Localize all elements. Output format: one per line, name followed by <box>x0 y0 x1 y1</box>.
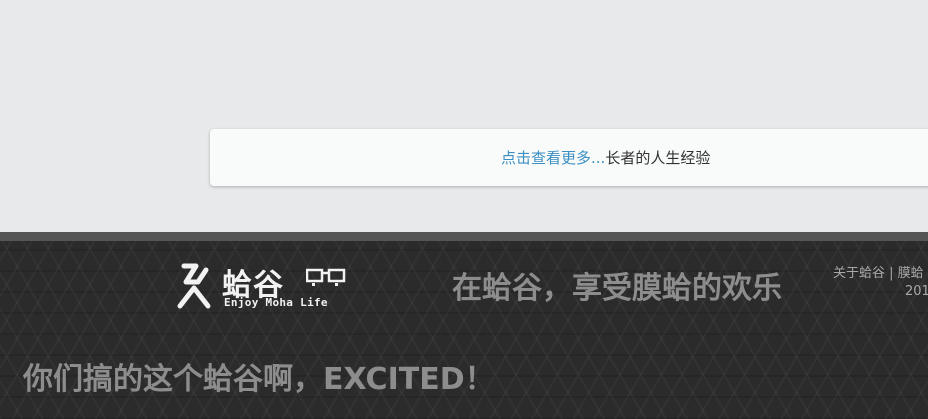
logo-subtitle: Enjoy Moha Life <box>224 296 328 309</box>
footer-year: 201 <box>905 284 928 299</box>
footer-links: 关于蛤谷 | 膜蛤 <box>833 262 924 281</box>
load-more-link[interactable]: 点击查看更多... <box>501 149 605 167</box>
footer-top-bar <box>0 232 928 241</box>
footer-slogan: 在蛤谷，享受膜蛤的欢乐 <box>452 271 782 306</box>
load-more-suffix: 长者的人生经验 <box>605 149 711 167</box>
footer-excited-text: 你们搞的这个蛤谷啊，EXCITED！ <box>23 362 495 397</box>
load-more-line: 点击查看更多...长者的人生经验 <box>501 149 710 167</box>
glasses-icon <box>305 268 346 290</box>
link-separator: | <box>885 266 898 281</box>
load-more-card: 点击查看更多...长者的人生经验 <box>210 129 928 186</box>
footer: 蛤谷 Enjoy Moha Life 在蛤谷，享受膜蛤的欢乐 关于蛤谷 | 膜蛤… <box>0 232 928 419</box>
about-link[interactable]: 关于蛤谷 <box>833 266 885 281</box>
site-logo[interactable]: 蛤谷 Enjoy Moha Life <box>176 260 351 312</box>
content-area: 点击查看更多...长者的人生经验 <box>0 0 928 232</box>
moha-link[interactable]: 膜蛤 <box>898 266 924 281</box>
ha-mark-icon <box>176 262 216 314</box>
